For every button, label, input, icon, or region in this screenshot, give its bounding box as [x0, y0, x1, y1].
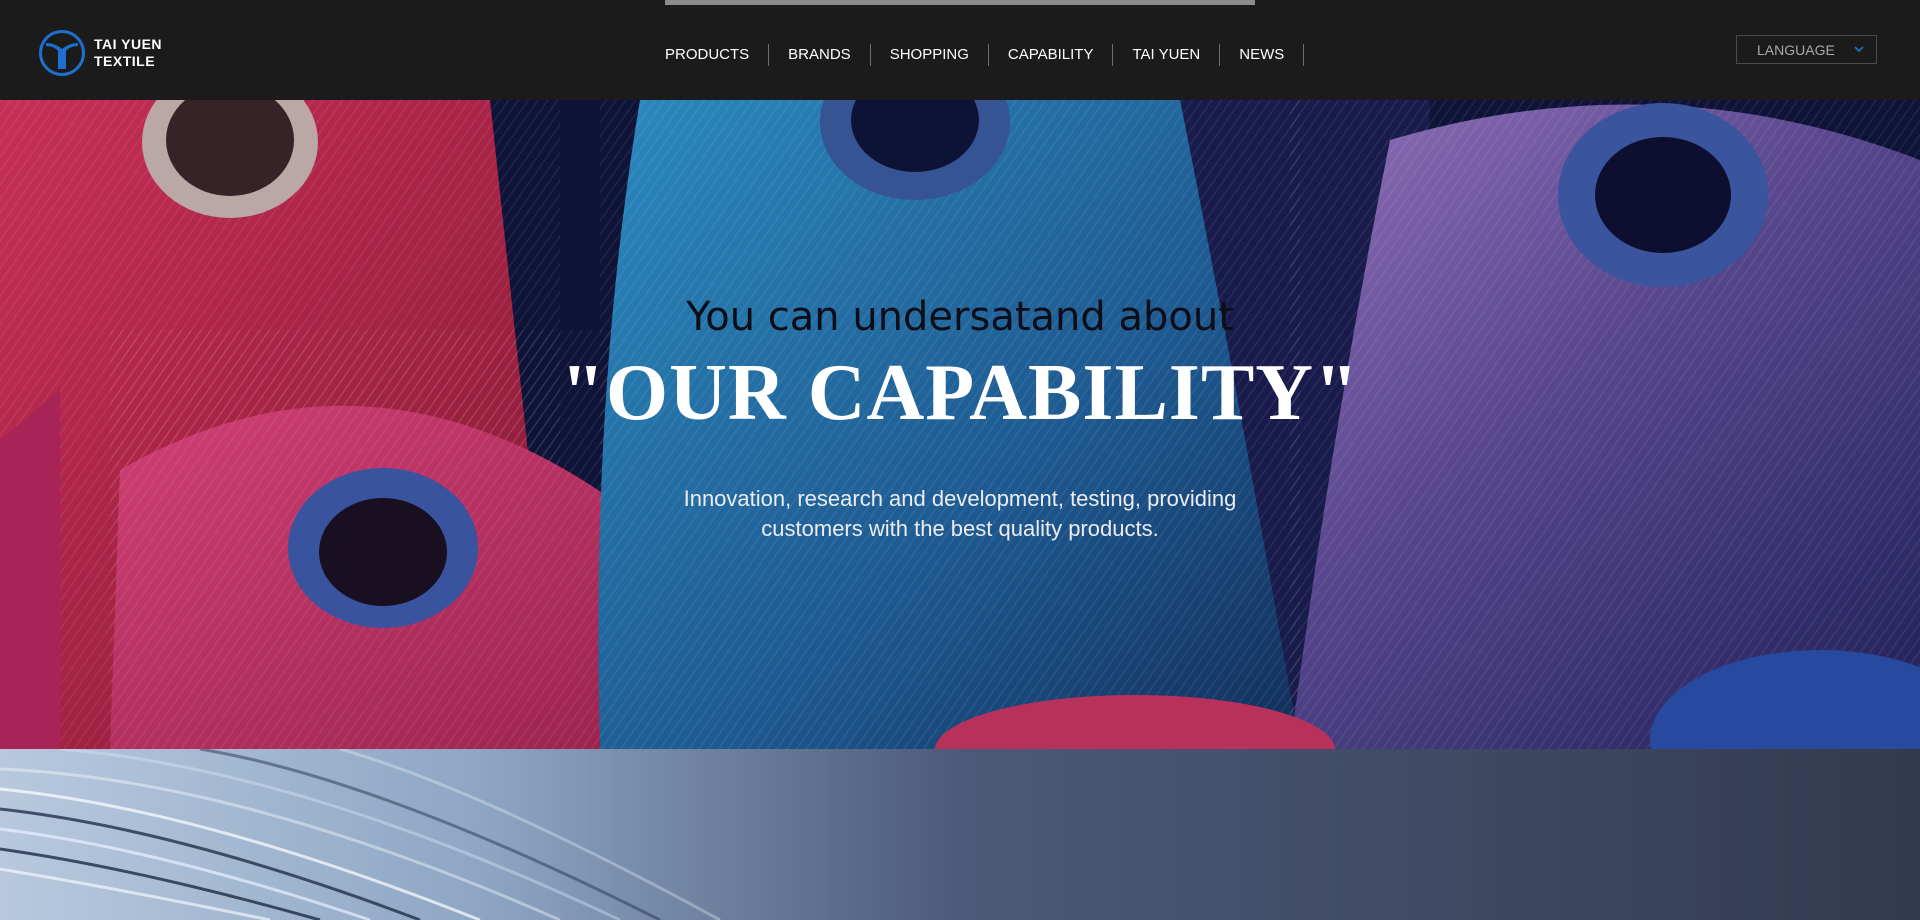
language-select[interactable]: LANGUAGE — [1736, 35, 1877, 64]
logo-text: TAI YUEN TEXTILE — [94, 36, 162, 70]
nav-item-products[interactable]: PRODUCTS — [665, 44, 770, 66]
logo-line-1: TAI YUEN — [94, 36, 163, 52]
hero-description: Innovation, research and development, te… — [683, 486, 1237, 541]
nav-item-shopping[interactable]: SHOPPING — [871, 44, 989, 66]
nav-item-tai-yuen[interactable]: TAI YUEN — [1113, 44, 1221, 66]
chevron-down-icon — [1854, 46, 1864, 53]
hero-subtitle: You can undersatand about — [686, 294, 1234, 340]
main-nav: PRODUCTS BRANDS SHOPPING CAPABILITY TAI … — [665, 44, 1305, 66]
wire-coil-image — [0, 749, 1920, 920]
ty-logo-icon — [39, 30, 85, 76]
nav-item-news[interactable]: NEWS — [1220, 44, 1305, 66]
hero-banner: You can undersatand about "OUR CAPABILIT… — [0, 100, 1920, 749]
site-header: TAI YUEN TEXTILE PRODUCTS BRANDS SHOPPIN… — [0, 0, 1920, 100]
nav-item-brands[interactable]: BRANDS — [769, 44, 871, 66]
hero-title: "OUR CAPABILITY" — [560, 349, 1360, 437]
wire-coil-section — [0, 749, 1920, 920]
logo[interactable]: TAI YUEN TEXTILE — [38, 29, 162, 77]
language-label: LANGUAGE — [1757, 41, 1835, 58]
nav-item-capability[interactable]: CAPABILITY — [989, 44, 1114, 66]
loading-bar — [665, 0, 1255, 5]
logo-line-2: TEXTILE — [94, 53, 156, 69]
